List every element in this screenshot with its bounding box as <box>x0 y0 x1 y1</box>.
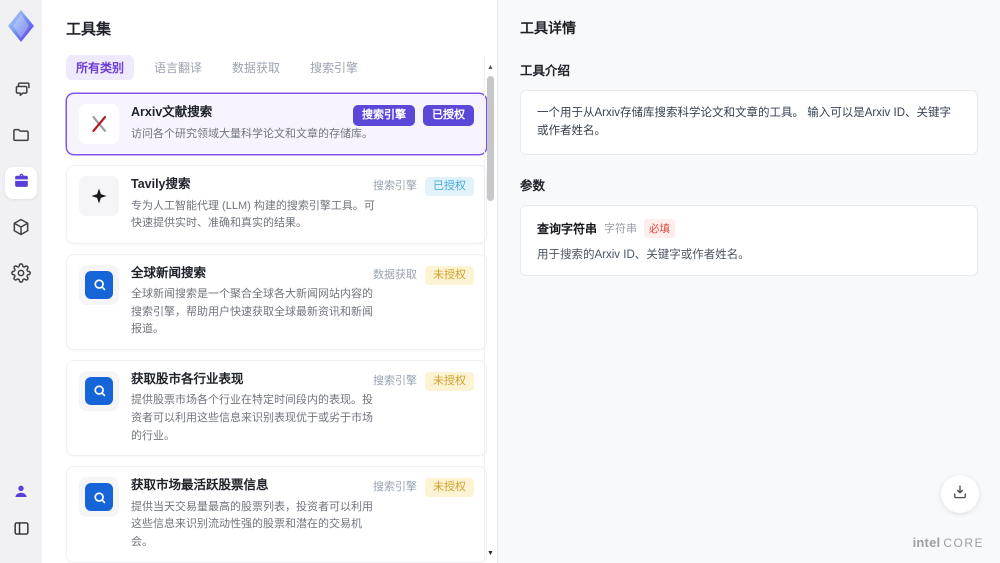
chat-icon <box>11 79 31 104</box>
tab-search-engine[interactable]: 搜索引擎 <box>300 55 368 80</box>
scrollbar-thumb[interactable] <box>487 76 494 201</box>
param-name: 查询字符串 <box>537 221 598 236</box>
download-icon <box>951 483 969 506</box>
tool-detail-panel: 工具详情 工具介绍 一个用于从Arxiv存储库搜索科学论文和文章的工具。 输入可… <box>498 0 1000 563</box>
tool-title: Arxiv文献搜索 <box>131 105 213 119</box>
tool-card-body: 获取股市各行业表现 提供股票市场各个行业在特定时间段内的表现。投资者可以利用这些… <box>131 371 383 445</box>
tool-card-list: Arxiv文献搜索 访问各个研究领域大量科学论文和文章的存储库。 搜索引擎 已授… <box>66 93 487 563</box>
tool-description: 提供当天交易量最高的股票列表，投资者可以利用这些信息来识别流动性强的股票和潜在的… <box>131 500 373 548</box>
intel-core-logo: intel core <box>913 535 984 550</box>
category-tabs: 所有类别 语言翻译 数据获取 搜索引擎 <box>66 55 497 80</box>
news-search-icon <box>79 264 119 305</box>
auth-badge: 已授权 <box>425 177 474 196</box>
intel-wordmark: intel <box>912 535 941 550</box>
tool-card-active-stocks[interactable]: 获取市场最活跃股票信息 提供当天交易量最高的股票列表，投资者可以利用这些信息来识… <box>66 466 487 563</box>
scroll-up-arrow[interactable]: ▲ <box>487 64 494 71</box>
page-title: 工具集 <box>66 21 112 38</box>
tool-card-tavily[interactable]: Tavily搜索 专为人工智能代理 (LLM) 构建的搜索引擎工具。可快速提供实… <box>66 165 487 244</box>
sidebar-item-packages[interactable] <box>5 213 37 245</box>
tool-card-body: Arxiv文献搜索 访问各个研究领域大量科学论文和文章的存储库。 <box>131 104 373 144</box>
param-type: 字符串 <box>604 223 638 236</box>
tab-all-categories[interactable]: 所有类别 <box>66 55 135 80</box>
tool-card-arxiv[interactable]: Arxiv文献搜索 访问各个研究领域大量科学论文和文章的存储库。 搜索引擎 已授… <box>66 93 487 155</box>
tool-title: 获取市场最活跃股票信息 <box>131 478 269 493</box>
sidebar-item-account[interactable] <box>5 477 37 509</box>
sidebar-item-settings[interactable] <box>5 259 37 291</box>
scroll-down-arrow[interactable]: ▼ <box>487 550 494 557</box>
category-badge: 数据获取 <box>373 268 417 281</box>
news-search-icon <box>79 370 119 411</box>
sidebar-item-tools[interactable] <box>5 167 37 199</box>
category-badge: 搜索引擎 <box>353 105 415 126</box>
category-badge: 搜索引擎 <box>373 374 417 387</box>
param-box: 查询字符串 字符串 必填 用于搜索的Arxiv ID、关键字或作者姓名。 <box>520 204 978 276</box>
tool-card-body: Tavily搜索 专为人工智能代理 (LLM) 构建的搜索引擎工具。可快速提供实… <box>131 176 383 233</box>
news-search-icon <box>79 477 119 518</box>
core-wordmark: core <box>943 536 984 550</box>
tool-description: 专为人工智能代理 (LLM) 构建的搜索引擎工具。可快速提供实时、准确和真实的结… <box>131 199 375 230</box>
params-heading: 参数 <box>520 178 546 193</box>
tool-card-sector-performance[interactable]: 获取股市各行业表现 提供股票市场各个行业在特定时间段内的表现。投资者可以利用这些… <box>66 359 487 457</box>
tool-badges: 搜索引擎 未授权 <box>373 478 474 498</box>
intro-heading: 工具介绍 <box>520 64 571 78</box>
sidebar-rail <box>0 0 42 563</box>
toolbox-icon <box>12 171 31 195</box>
sidebar-item-collapse[interactable] <box>5 515 37 547</box>
sidebar-item-chat[interactable] <box>5 75 37 107</box>
intro-text: 一个用于从Arxiv存储库搜索科学论文和文章的工具。 输入可以是Arxiv ID… <box>537 107 951 138</box>
param-description: 用于搜索的Arxiv ID、关键字或作者姓名。 <box>537 248 750 261</box>
tool-card-body: 获取市场最活跃股票信息 提供当天交易量最高的股票列表，投资者可以利用这些信息来识… <box>131 477 383 551</box>
tab-data-acquisition[interactable]: 数据获取 <box>222 55 290 80</box>
tool-list-panel: 工具集 所有类别 语言翻译 数据获取 搜索引擎 Arxiv文献搜索 访问各个研究… <box>42 0 498 563</box>
tool-card-global-news[interactable]: 全球新闻搜索 全球新闻搜索是一个聚合全球各大新闻网站内容的搜索引擎，帮助用户快速… <box>66 253 487 350</box>
tool-description: 提供股票市场各个行业在特定时间段内的表现。投资者可以利用这些信息来识别表现优于或… <box>131 394 373 442</box>
app-window: 工具集 所有类别 语言翻译 数据获取 搜索引擎 Arxiv文献搜索 访问各个研究… <box>0 0 1000 563</box>
app-logo <box>8 10 34 47</box>
tool-title: 全球新闻搜索 <box>131 265 207 280</box>
auth-badge: 已授权 <box>423 105 474 126</box>
download-button[interactable] <box>941 475 979 513</box>
tool-badges: 数据获取 未授权 <box>373 265 474 285</box>
folder-icon <box>11 125 31 150</box>
intro-box: 一个用于从Arxiv存储库搜索科学论文和文章的工具。 输入可以是Arxiv ID… <box>520 90 978 155</box>
tavily-icon <box>79 176 119 216</box>
param-required-badge: 必填 <box>644 218 676 238</box>
auth-badge: 未授权 <box>425 478 474 498</box>
auth-badge: 未授权 <box>425 371 474 391</box>
category-badge: 搜索引擎 <box>373 481 417 494</box>
list-scrollbar[interactable]: ▲ ▼ <box>484 56 496 559</box>
gear-icon <box>11 262 31 288</box>
category-badge: 搜索引擎 <box>373 180 417 192</box>
panel-toggle-icon <box>12 519 31 543</box>
tool-badges: 搜索引擎 已授权 <box>373 177 474 196</box>
tool-description: 访问各个研究领域大量科学论文和文章的存储库。 <box>131 127 373 140</box>
tool-description: 全球新闻搜索是一个聚合全球各大新闻网站内容的搜索引擎，帮助用户快速获取全球最新资… <box>131 288 373 336</box>
tab-language-translation[interactable]: 语言翻译 <box>144 55 212 80</box>
tool-card-body: 全球新闻搜索 全球新闻搜索是一个聚合全球各大新闻网站内容的搜索引擎，帮助用户快速… <box>131 265 383 339</box>
detail-title: 工具详情 <box>520 20 576 36</box>
tool-title: 获取股市各行业表现 <box>131 371 244 386</box>
cube-icon <box>11 217 31 242</box>
avatar-icon <box>12 482 30 505</box>
arxiv-icon <box>79 104 119 144</box>
tool-badges: 搜索引擎 未授权 <box>373 371 474 391</box>
sidebar-item-files[interactable] <box>5 121 37 153</box>
param-header: 查询字符串 字符串 必填 <box>537 218 961 238</box>
auth-badge: 未授权 <box>425 265 474 285</box>
tool-title: Tavily搜索 <box>131 177 191 191</box>
tool-badges: 搜索引擎 已授权 <box>353 105 474 126</box>
